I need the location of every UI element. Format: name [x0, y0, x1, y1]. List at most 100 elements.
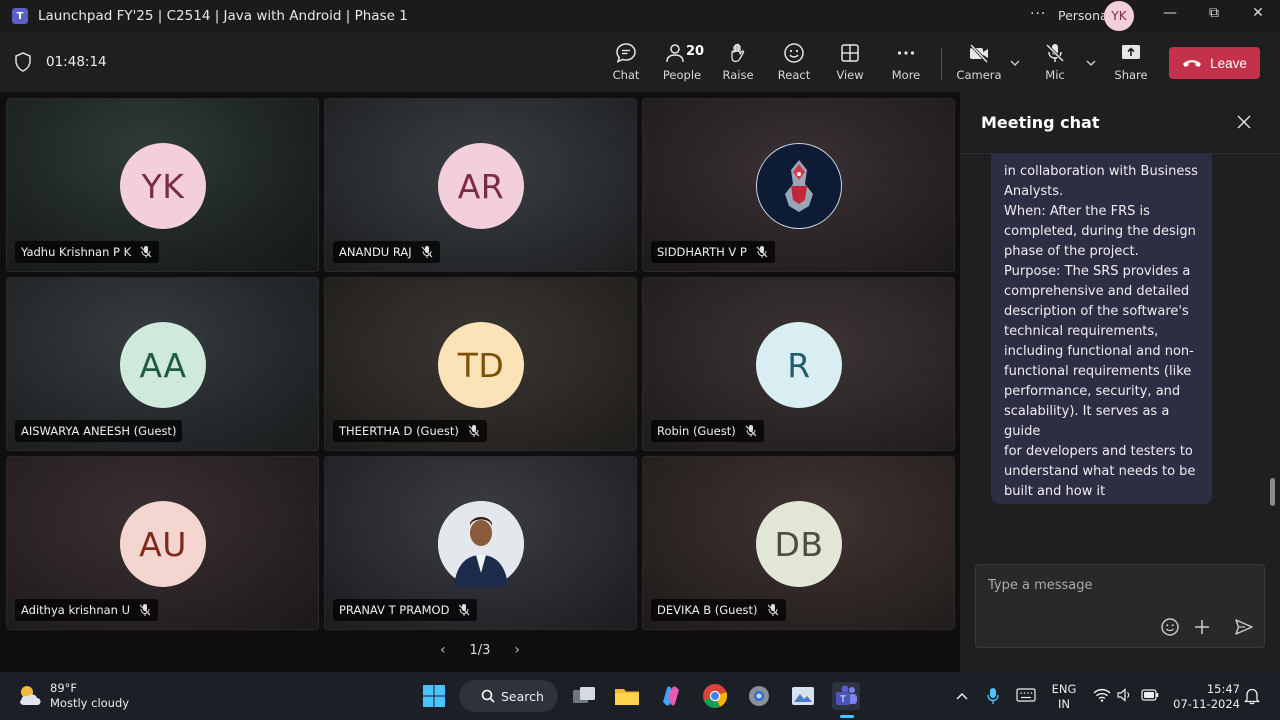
raise-hand-button[interactable]: Raise	[712, 42, 764, 88]
chat-icon	[616, 43, 636, 63]
mic-options-chevron-icon[interactable]	[1084, 56, 1098, 70]
participant-tile[interactable]: AU Adithya krishnan U	[6, 456, 319, 630]
react-button[interactable]: React	[768, 42, 820, 88]
active-app-indicator	[840, 715, 854, 718]
temperature: 89°F	[50, 681, 77, 695]
close-window-button[interactable]: ✕	[1243, 5, 1273, 27]
participant-tile[interactable]: AA AISWARYA ANEESH (Guest)	[6, 277, 319, 451]
participant-name: THEERTHA D (Guest)	[339, 424, 459, 438]
close-icon[interactable]	[1236, 114, 1252, 130]
chevron-up-icon[interactable]	[955, 690, 969, 702]
participant-name: Robin (Guest)	[657, 424, 736, 438]
muted-mic-icon	[745, 425, 757, 437]
participant-avatar: AU	[120, 501, 206, 587]
participant-tile[interactable]: SIDDHARTH V P	[642, 98, 955, 272]
camera-options-chevron-icon[interactable]	[1008, 56, 1022, 70]
share-screen-icon	[1122, 45, 1140, 59]
account-avatar[interactable]: YK	[1104, 1, 1134, 31]
participant-avatar: DB	[756, 501, 842, 587]
volume-icon[interactable]	[1117, 688, 1133, 702]
plus-icon[interactable]	[1192, 617, 1212, 637]
participant-name-tag: AISWARYA ANEESH (Guest)	[15, 420, 183, 442]
input-language[interactable]: ENG IN	[1050, 682, 1078, 712]
people-icon	[666, 44, 684, 63]
grid-view-icon	[841, 44, 859, 62]
region-code: IN	[1058, 697, 1070, 711]
warrior-logo-icon	[785, 160, 813, 212]
taskbar-search[interactable]: Search	[459, 680, 558, 712]
share-label: Share	[1114, 68, 1148, 82]
participant-name: PRANAV T PRAMOD	[339, 603, 450, 617]
search-label: Search	[501, 688, 544, 704]
clock[interactable]: 15:47 07-11-2024	[1170, 682, 1240, 712]
clock-time: 15:47	[1206, 682, 1240, 696]
partly-cloudy-icon	[20, 686, 41, 705]
participant-avatar-image	[756, 143, 842, 229]
chat-button[interactable]: Chat	[598, 42, 654, 96]
window-title: Launchpad FY'25 | C2514 | Java with Andr…	[38, 8, 408, 24]
battery-icon[interactable]	[1141, 689, 1159, 701]
view-button[interactable]: View	[824, 42, 876, 88]
wifi-icon[interactable]	[1093, 688, 1111, 702]
copilot-icon[interactable]	[657, 682, 685, 710]
previous-page-button[interactable]: ‹	[440, 642, 446, 658]
file-explorer-icon[interactable]	[613, 682, 641, 710]
teams-app-icon: T	[12, 8, 28, 24]
settings-icon[interactable]	[745, 682, 773, 710]
windows-start-icon[interactable]	[420, 682, 448, 710]
participant-name-tag: SIDDHARTH V P	[651, 241, 775, 263]
emoji-icon[interactable]	[1160, 617, 1180, 637]
gallery-pager: ‹ 1/3 ›	[440, 640, 520, 660]
react-label: React	[777, 68, 811, 82]
task-view-icon[interactable]	[570, 682, 598, 710]
participant-tile[interactable]: TD THEERTHA D (Guest)	[324, 277, 637, 451]
chat-scrollbar[interactable]	[1270, 478, 1275, 506]
participant-name-tag: DEVIKA B (Guest)	[651, 599, 786, 621]
shield-icon	[15, 52, 31, 72]
camera-button[interactable]: Camera	[953, 42, 1005, 88]
chat-message-bubble: in collaboration with Business Analysts.…	[991, 154, 1212, 504]
participant-tile[interactable]: YK Yadhu Krishnan P K	[6, 98, 319, 272]
more-options-icon[interactable]: ···	[1030, 6, 1046, 22]
photos-app-icon[interactable]	[789, 682, 817, 710]
participant-avatar: YK	[120, 143, 206, 229]
more-label: More	[891, 68, 921, 82]
weather-widget[interactable]: 89°F Mostly cloudy	[16, 681, 129, 711]
keyboard-icon[interactable]	[1016, 688, 1036, 702]
chrome-icon[interactable]	[701, 682, 729, 710]
participant-name: Yadhu Krishnan P K	[21, 245, 132, 259]
chat-title: Meeting chat	[960, 92, 1280, 154]
maximize-button[interactable]: ⧉	[1199, 5, 1229, 27]
muted-mic-icon	[468, 425, 480, 437]
message-input[interactable]	[988, 575, 1248, 595]
participant-tile[interactable]: PRANAV T PRAMOD	[324, 456, 637, 630]
teams-taskbar-button[interactable]: T	[832, 682, 860, 710]
mic-button[interactable]: Mic	[1029, 42, 1081, 88]
chat-message-text: in collaboration with Business Analysts.…	[1004, 164, 1198, 499]
mic-label: Mic	[1045, 68, 1065, 82]
microphone-icon[interactable]	[986, 687, 1000, 705]
participant-name: Adithya krishnan U	[21, 603, 131, 617]
notification-bell-icon[interactable]	[1244, 687, 1260, 705]
leave-button[interactable]: Leave	[1169, 47, 1260, 79]
share-button[interactable]: Share	[1105, 42, 1157, 88]
clock-date: 07-11-2024	[1173, 697, 1240, 711]
toolbar-divider	[941, 48, 942, 80]
muted-mic-icon	[756, 246, 768, 258]
participant-tile[interactable]: R Robin (Guest)	[642, 277, 955, 451]
view-label: View	[836, 68, 864, 82]
next-page-button[interactable]: ›	[514, 642, 520, 658]
send-icon[interactable]	[1234, 617, 1254, 637]
mic-off-icon	[1045, 43, 1065, 63]
minimize-button[interactable]: —	[1155, 5, 1185, 27]
participant-tile[interactable]: DB DEVIKA B (Guest)	[642, 456, 955, 630]
chat-label: Chat	[612, 68, 640, 82]
more-button[interactable]: More	[880, 42, 932, 88]
participant-name: SIDDHARTH V P	[657, 245, 747, 259]
meeting-timer: 01:48:14	[14, 52, 107, 72]
windows-taskbar: 89°F Mostly cloudy Search T ENG IN 15:47…	[0, 672, 1280, 720]
participant-tile[interactable]: AR ANANDU RAJ	[324, 98, 637, 272]
people-button[interactable]: 20 People	[656, 42, 708, 88]
raise-hand-icon	[731, 43, 745, 63]
participant-avatar-image	[438, 501, 524, 587]
